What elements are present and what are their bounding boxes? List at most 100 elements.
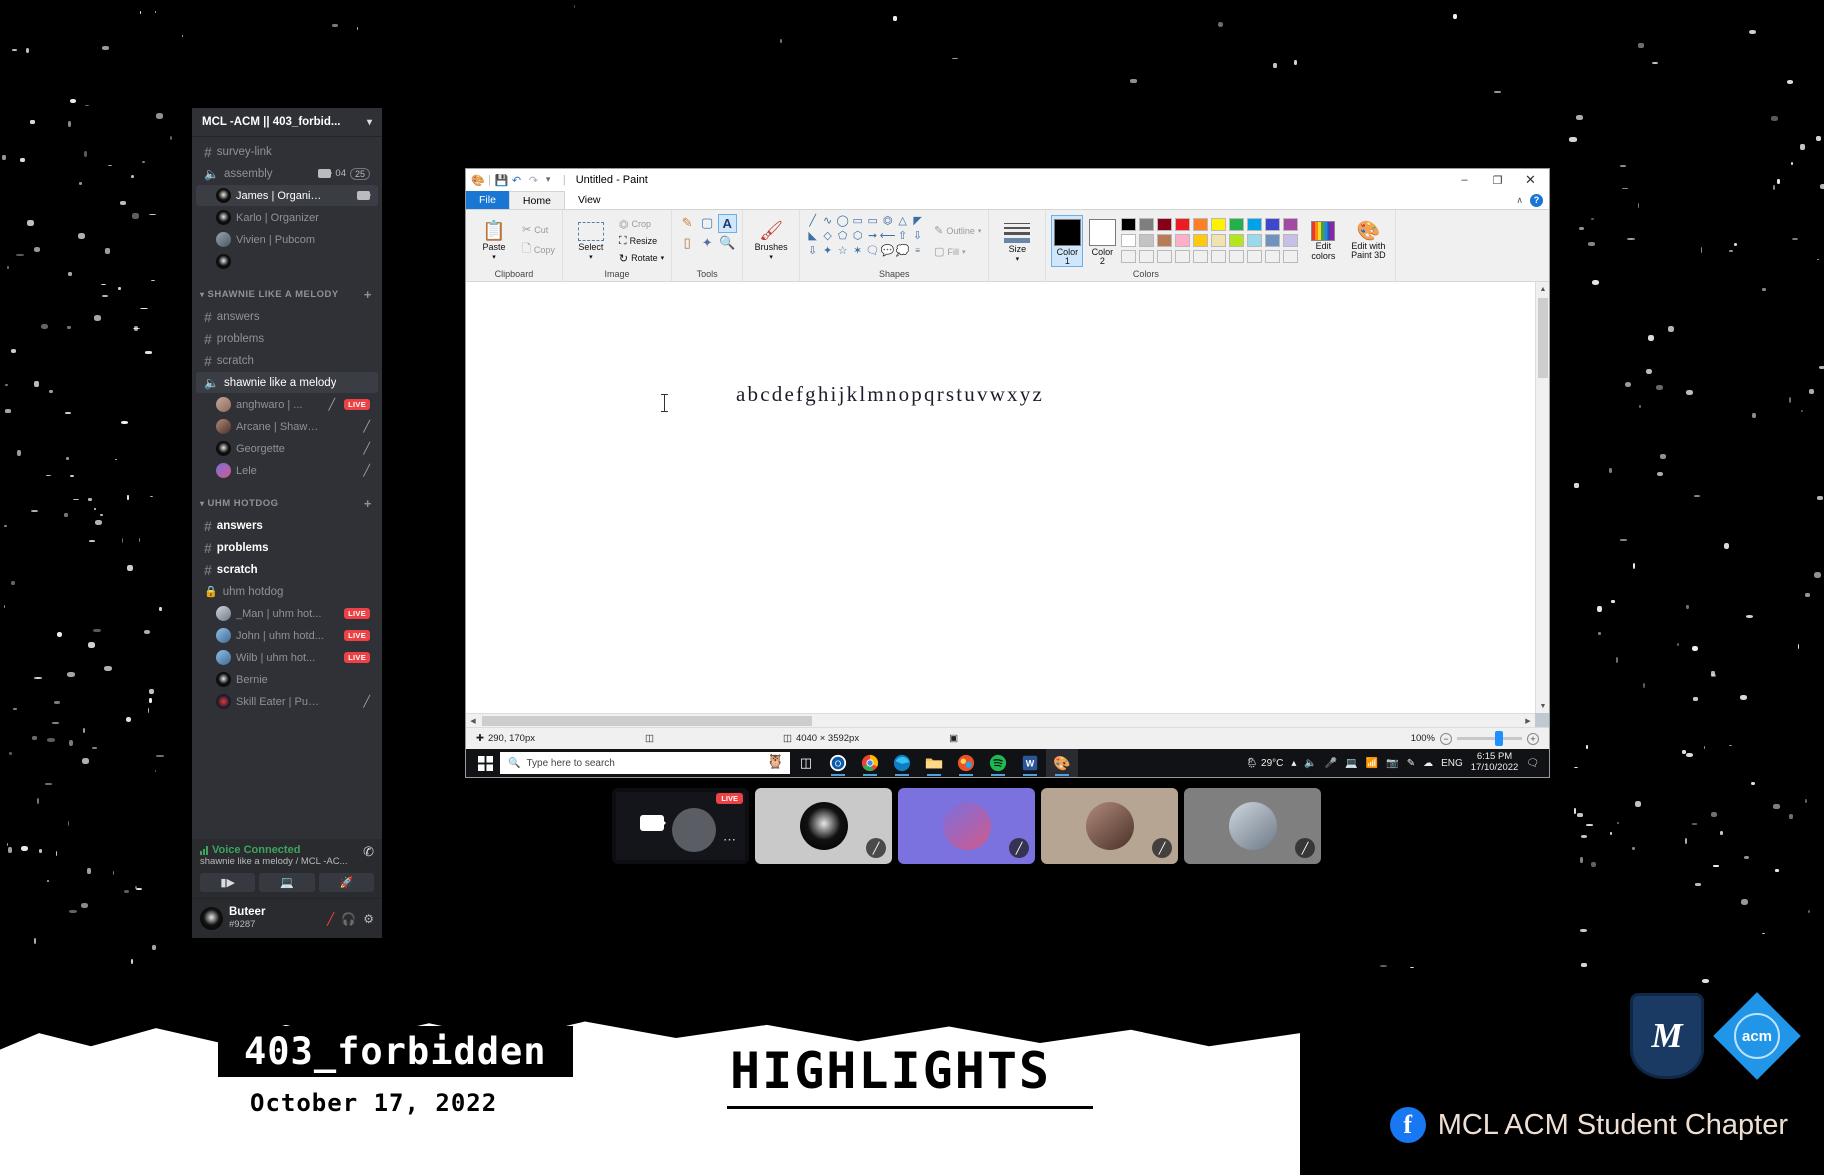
vscroll-thumb[interactable] [1538,298,1548,378]
camera-icon[interactable]: 📷 [1386,758,1398,769]
curve-shape-icon[interactable]: ∿ [823,214,832,227]
onedrive-icon[interactable]: ☁ [1423,758,1433,769]
ribbon[interactable]: 📋 Paste ▾ ✂ Cut 🗋 Copy Clipboard Select ▾ [466,210,1549,282]
hexagon-shape-icon[interactable]: ⬡ [853,229,863,242]
screenshare-button[interactable]: 💻 [259,873,315,892]
server-header[interactable]: MCL -ACM || 403_forbid... ▾ [192,108,382,136]
ribbon-tabs[interactable]: File Home View ∧ ? [466,191,1549,210]
magnifier-icon[interactable]: 🔍 [719,235,735,251]
display-icon[interactable]: 💻 [1345,758,1357,769]
start-button[interactable] [470,755,500,771]
eraser-icon[interactable]: ▯ [684,235,691,251]
channel-scratch-2[interactable]: # scratch [196,559,378,580]
canvas-area[interactable]: abcdefghijklmnopqrstuvwxyz ▲ ▼ ◀ ▶ [466,282,1549,727]
channel-answers-2[interactable]: # answers [196,515,378,536]
horizontal-scrollbar[interactable]: ◀ ▶ [466,713,1535,727]
chrome-icon[interactable] [854,749,886,777]
scroll-left-icon[interactable]: ◀ [466,714,480,728]
maximize-button[interactable]: ❐ [1481,170,1514,191]
quick-access-toolbar[interactable]: 🎨 | 💾 ↶ ↷ ▾ | [468,174,566,187]
cut-button[interactable]: ✂ Cut [520,222,557,237]
right-arrow-shape-icon[interactable]: ➞ [868,229,877,242]
voice-member[interactable]: James | Organizer [196,185,378,206]
voice-member[interactable] [196,251,378,272]
pen-icon[interactable]: ✎ [1407,758,1415,769]
cloud-callout-shape-icon[interactable]: 💭 [896,244,910,257]
more-options-icon[interactable]: ⋯ [723,832,737,848]
right-triangle2-shape-icon[interactable]: ◣ [808,229,816,242]
redo-icon[interactable]: ↷ [529,174,542,187]
gear-icon[interactable]: ⚙ [363,912,374,926]
crop-button[interactable]: ⏣ Crop [617,217,666,232]
color2-button[interactable]: Color 2 [1086,216,1118,267]
disconnect-icon[interactable]: ✆ [363,844,374,860]
channel-list[interactable]: # survey-link 🔈 assembly 04 25 James | O… [192,136,382,839]
action-center-icon[interactable]: 🗨 [1526,758,1539,769]
channel-uhm-hotdog-voice[interactable]: 🔒 uhm hotdog [196,581,378,602]
mic-icon[interactable]: 🎤 [1325,758,1337,769]
outlook-icon[interactable]: O [822,749,854,777]
voice-member[interactable]: Vivien | Pubcom [196,229,378,250]
customize-qat-icon[interactable]: ▾ [546,174,559,187]
shapes-more-icon[interactable]: ≡ [915,246,920,255]
channel-problems[interactable]: # problems [196,328,378,349]
channel-answers[interactable]: # answers [196,306,378,327]
shapes-gallery[interactable]: ╱ ∿ ◯ ▭ ▭ ⏣ △ ◤ ◣ ◇ ⬠ ⬡ ➞ ⟵ ⇧ ⇩ ⇩ ✦ ☆ ✶ … [805,213,925,269]
add-channel-icon[interactable]: + [364,287,372,302]
zoom-control[interactable]: 100% − + [1411,731,1549,746]
pencil-icon[interactable]: ✎ [682,215,693,231]
brushes-button[interactable]: 🖌 Brushes ▾ [748,213,794,269]
category-shawnie[interactable]: ▾ SHAWNIE LIKE A MELODY + [192,273,382,305]
vertical-scrollbar[interactable]: ▲ ▼ [1535,282,1549,713]
participant-tile[interactable]: ╱ [755,788,892,864]
five-point-star-shape-icon[interactable]: ☆ [838,244,848,257]
left-arrow-shape-icon[interactable]: ⟵ [880,229,896,242]
task-view-icon[interactable]: ◫ [790,749,822,777]
edit-colors-button[interactable]: Edit colors [1303,221,1343,261]
mic-muted-icon[interactable]: ╱ [327,912,334,926]
spotify-icon[interactable] [982,749,1014,777]
voice-member[interactable]: Wilb | uhm hot... LIVE [196,647,378,668]
resize-button[interactable]: ⛶ Resize [617,234,666,249]
clock[interactable]: 6:15 PM 17/10/2022 [1471,751,1519,774]
down-arrow2-shape-icon[interactable]: ⇩ [808,244,817,257]
voice-member[interactable]: Arcane | Shawnie Li... ╱ [196,416,378,437]
ellipse-shape-icon[interactable]: ◯ [836,214,848,227]
participant-tile[interactable]: ╱ [1184,788,1321,864]
hscroll-thumb[interactable] [482,716,812,726]
tab-home[interactable]: Home [508,191,565,209]
tab-file[interactable]: File [466,191,509,209]
scroll-right-icon[interactable]: ▶ [1521,714,1535,728]
line-shape-icon[interactable]: ╱ [809,214,816,227]
participant-tile[interactable]: ╱ [898,788,1035,864]
window-controls[interactable]: – ❐ ✕ [1448,170,1547,191]
word-icon[interactable]: W [1014,749,1046,777]
paint-titlebar[interactable]: 🎨 | 💾 ↶ ↷ ▾ | Untitled - Paint – ❐ ✕ [466,169,1549,191]
participant-tile[interactable]: ╱ [1041,788,1178,864]
scroll-down-icon[interactable]: ▼ [1536,699,1550,713]
color-palette[interactable] [1121,217,1300,265]
resize-handle-icon[interactable]: ▣ [869,733,968,744]
select-button[interactable]: Select ▾ [568,213,614,269]
pentagon-shape-icon[interactable]: ⬠ [838,229,848,242]
paste-button[interactable]: 📋 Paste ▾ [471,213,517,269]
activities-button[interactable]: 🚀 [318,873,374,892]
voice-member[interactable]: Bernie [196,669,378,690]
size-button[interactable]: Size ▾ [994,213,1040,269]
add-channel-icon[interactable]: + [364,496,372,511]
wifi-icon[interactable]: 📶 [1366,758,1378,769]
rounded-rectangle-shape-icon[interactable]: ▭ [867,214,877,227]
close-button[interactable]: ✕ [1514,170,1547,191]
windows-taskbar[interactable]: 🔍 Type here to search 🦉 ◫ O W 🎨 🌦 29°C ▴… [466,749,1549,777]
right-triangle-shape-icon[interactable]: ◤ [913,214,921,227]
outline-button[interactable]: ✎ Outline ▾ [932,223,983,238]
paint-canvas[interactable]: abcdefghijklmnopqrstuvwxyz [466,282,1535,713]
chevron-down-icon[interactable]: ▾ [367,117,372,128]
search-input[interactable]: 🔍 Type here to search 🦉 [500,752,790,774]
four-point-star-shape-icon[interactable]: ✦ [823,244,832,257]
avatar[interactable] [200,907,223,930]
down-arrow-shape-icon[interactable]: ⇩ [913,229,922,242]
help-icon[interactable]: ? [1530,193,1543,207]
voice-member[interactable]: Skill Eater | Pubcom ╱ [196,691,378,712]
photos-icon[interactable] [950,749,982,777]
